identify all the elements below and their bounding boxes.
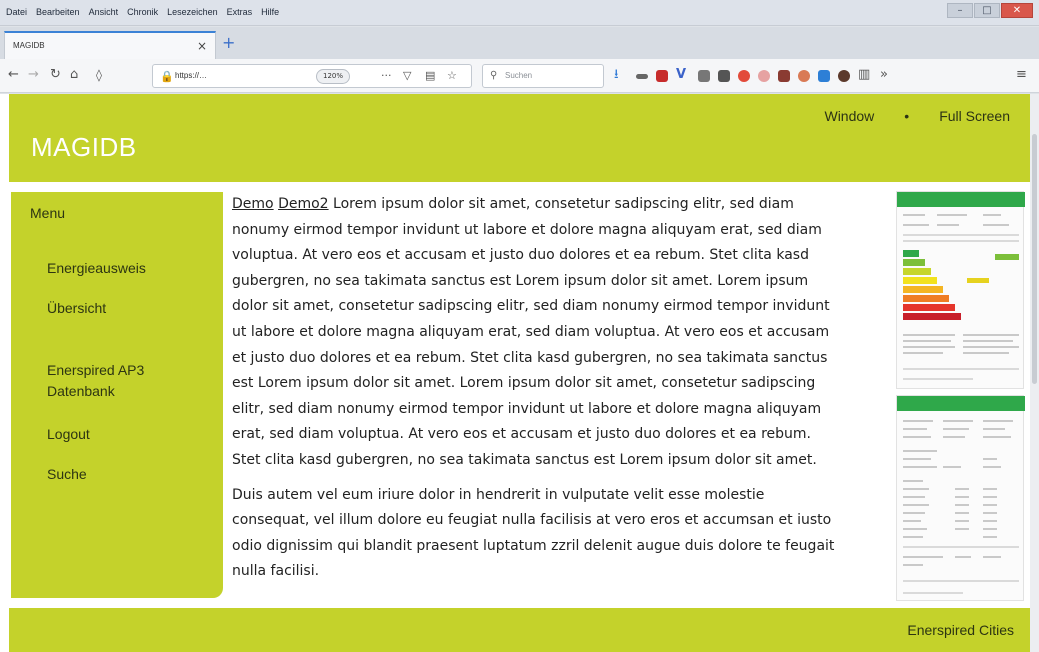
lock-icon: 🔒 <box>160 70 174 83</box>
extension-icon[interactable] <box>758 70 770 82</box>
back-icon[interactable]: ← <box>8 68 19 82</box>
sidebar-item-suche[interactable]: Suche <box>47 464 197 485</box>
menu-title: Menu <box>30 205 66 221</box>
tab-title: MAGIDB <box>13 41 45 50</box>
library-icon[interactable]: ▥ <box>858 68 870 82</box>
browser-tab[interactable]: MAGIDB × <box>4 31 216 59</box>
nav-separator: • <box>904 108 910 124</box>
close-tab-icon[interactable]: × <box>197 39 207 53</box>
window-link[interactable]: Window <box>824 108 874 124</box>
sidebar-item-energieausweis[interactable]: Energieausweis <box>47 258 197 279</box>
window-controls: – □ ✕ <box>947 3 1033 18</box>
energy-scale-bar <box>903 295 949 302</box>
extension-icon[interactable] <box>718 70 730 82</box>
extension-icon[interactable] <box>656 70 668 82</box>
energy-certificate-thumbnails <box>896 191 1026 601</box>
extension-icon[interactable] <box>818 70 830 82</box>
certificate-header-bar <box>897 396 1025 411</box>
menu-lesezeichen[interactable]: Lesezeichen <box>167 7 218 17</box>
fullscreen-link[interactable]: Full Screen <box>939 108 1010 124</box>
content-paragraph: Duis autem vel eum iriure dolor in hendr… <box>232 486 835 580</box>
page-actions-icon[interactable]: ··· <box>381 69 392 82</box>
demo2-link[interactable]: Demo2 <box>278 196 329 212</box>
navigation-toolbar: ← → ↻ ⌂ ◊ 🔒 https://… 120% ··· ▽ ▤ ☆ ⚲ S… <box>0 59 1039 93</box>
energy-scale-bar <box>903 259 925 266</box>
energy-scale-bar <box>903 250 919 257</box>
new-tab-icon[interactable]: + <box>222 33 235 52</box>
certificate-header-bar <box>897 192 1025 207</box>
certificate-page-1-thumbnail[interactable] <box>896 191 1025 389</box>
scrollbar-thumb[interactable] <box>1032 134 1037 384</box>
energy-scale-bar <box>903 304 955 311</box>
url-bar[interactable]: 🔒 https://… 120% ··· ▽ ▤ ☆ <box>152 64 472 88</box>
sidebar-item-ap3-datenbank[interactable]: Enerspired AP3 Datenbank <box>47 360 197 402</box>
menu-bearbeiten[interactable]: Bearbeiten <box>36 7 80 17</box>
energy-scale-bar <box>903 313 961 320</box>
demo-link[interactable]: Demo <box>232 196 274 212</box>
bookmark-star-icon[interactable]: ☆ <box>447 69 457 82</box>
paragraph-text: Lorem ipsum dolor sit amet, consetetur s… <box>232 196 830 468</box>
extension-icon[interactable] <box>698 70 710 82</box>
browser-menubar: Datei Bearbeiten Ansicht Chronik Lesezei… <box>0 0 1039 26</box>
main-content: Demo Demo2 Lorem ipsum dolor sit amet, c… <box>232 192 842 594</box>
menubar-items: Datei Bearbeiten Ansicht Chronik Lesezei… <box>6 7 279 17</box>
sidebar-menu: Menu Energieausweis Übersicht Enerspired… <box>11 192 223 598</box>
zoom-level[interactable]: 120% <box>316 69 351 84</box>
menu-extras[interactable]: Extras <box>227 7 253 17</box>
forward-icon[interactable]: → <box>28 68 39 82</box>
site-footer: Enerspired Cities <box>9 608 1030 652</box>
menu-ansicht[interactable]: Ansicht <box>89 7 119 17</box>
search-icon: ⚲ <box>490 70 498 81</box>
menu-datei[interactable]: Datei <box>6 7 27 17</box>
menu-icon[interactable]: ≡ <box>1016 68 1027 82</box>
extension-icon[interactable] <box>636 74 648 79</box>
home-icon[interactable]: ⌂ <box>70 68 78 82</box>
search-box[interactable]: ⚲ Suchen <box>482 64 604 88</box>
extension-icon[interactable] <box>798 70 810 82</box>
extension-icon[interactable]: V <box>676 68 686 82</box>
sidebar-item-logout[interactable]: Logout <box>47 424 197 445</box>
sidebar-item-uebersicht[interactable]: Übersicht <box>47 298 197 319</box>
reload-icon[interactable]: ↻ <box>50 68 61 82</box>
footer-text[interactable]: Enerspired Cities <box>907 622 1014 638</box>
minimize-button[interactable]: – <box>947 3 973 18</box>
extension-icon[interactable] <box>838 70 850 82</box>
reader-icon[interactable]: ▤ <box>425 69 435 82</box>
menu-chronik[interactable]: Chronik <box>127 7 158 17</box>
pocket-icon[interactable]: ▽ <box>403 69 411 82</box>
energy-scale-bar <box>903 277 937 284</box>
close-window-button[interactable]: ✕ <box>1001 3 1033 18</box>
url-text[interactable]: https://… <box>175 71 207 80</box>
shield-icon[interactable]: ◊ <box>96 68 102 82</box>
page-viewport: MAGIDB Window • Full Screen Menu Energie… <box>0 94 1030 652</box>
energy-scale-bar <box>903 268 931 275</box>
extension-icon[interactable] <box>778 70 790 82</box>
content-paragraph: Demo Demo2 Lorem ipsum dolor sit amet, c… <box>232 192 842 474</box>
download-icon[interactable]: ⭳ <box>614 68 619 82</box>
extension-icon[interactable] <box>738 70 750 82</box>
certificate-page-2-thumbnail[interactable] <box>896 395 1025 601</box>
site-header: MAGIDB Window • Full Screen <box>9 94 1030 182</box>
page-scrollbar[interactable] <box>1030 94 1039 652</box>
maximize-button[interactable]: □ <box>974 3 1000 18</box>
overflow-icon[interactable]: » <box>880 68 888 82</box>
search-placeholder[interactable]: Suchen <box>505 71 532 80</box>
site-logo[interactable]: MAGIDB <box>31 132 137 163</box>
menu-hilfe[interactable]: Hilfe <box>261 7 279 17</box>
top-nav: Window • Full Screen <box>824 108 1010 124</box>
energy-scale-bar <box>903 286 943 293</box>
tab-strip: MAGIDB × + <box>0 27 1039 59</box>
